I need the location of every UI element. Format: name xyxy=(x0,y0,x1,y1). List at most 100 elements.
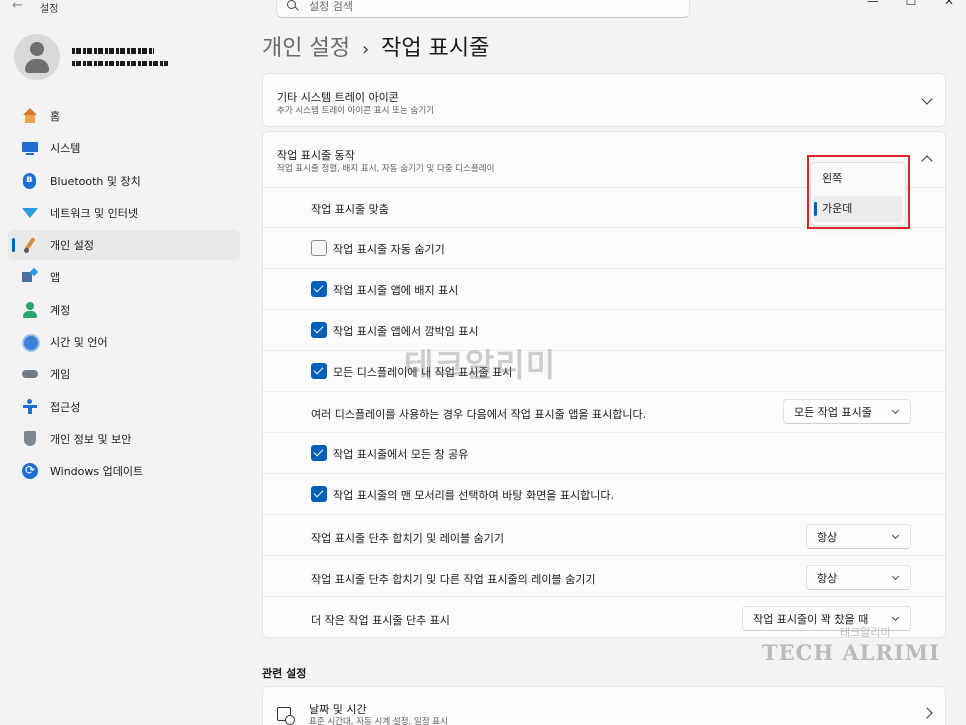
home-icon xyxy=(22,108,38,124)
badges-row: 작업 표시줄 앱에 배지 표시 xyxy=(262,268,946,309)
user-profile[interactable] xyxy=(14,34,234,80)
search-box[interactable]: 설정 검색 xyxy=(276,0,690,18)
sidebar-item-label: 앱 xyxy=(50,271,61,285)
autohide-row: 작업 표시줄 자동 숨기기 xyxy=(262,227,946,268)
flashing-checkbox[interactable] xyxy=(311,322,327,338)
system-icon xyxy=(22,140,38,156)
redacted-user-name xyxy=(72,48,154,54)
sidebar-item-label: 홈 xyxy=(50,110,61,123)
sidebar-item-bluetooth[interactable]: Bluetooth 및 장치 xyxy=(8,166,240,196)
title-bar: ← 설정 설정 검색 — ☐ ✕ xyxy=(0,0,966,18)
time-language-icon xyxy=(22,334,40,353)
all-displays-checkbox[interactable] xyxy=(311,363,327,379)
flashing-row: 작업 표시줄 앱에서 깜박임 표시 xyxy=(262,309,946,350)
sidebar-item-label: 네트워크 및 인터넷 xyxy=(50,206,138,220)
watermark-text: 테크알리미 xyxy=(404,346,557,384)
combine-main-row: 작업 표시줄 단추 합치기 및 레이블 숨기기 항상 xyxy=(262,514,946,555)
sidebar-item-time-language[interactable]: 시간 및 언어 xyxy=(8,327,240,357)
apps-icon xyxy=(22,269,38,285)
page-title: 작업 표시줄 xyxy=(381,36,490,61)
chevron-right-icon[interactable] xyxy=(921,707,933,719)
combine-other-row: 작업 표시줄 단추 합치기 및 다른 작업 표시줄의 레이블 숨기기 항상 xyxy=(262,555,946,596)
corner-desktop-row: 작업 표시줄의 맨 모서리를 선택하여 바탕 화면을 표시합니다. xyxy=(262,473,946,514)
dropdown-value: 항상 xyxy=(817,530,838,544)
update-icon xyxy=(22,463,38,480)
account-icon xyxy=(22,301,38,318)
sidebar-item-home[interactable]: 홈 xyxy=(8,101,240,131)
card-title: 기타 시스템 트레이 아이콘 xyxy=(277,91,399,104)
sidebar-item-label: 게임 xyxy=(50,368,71,382)
breadcrumb-separator-icon: › xyxy=(361,39,370,60)
corner-desktop-checkbox[interactable] xyxy=(311,486,327,502)
chevron-down-icon xyxy=(891,406,900,415)
back-arrow-icon[interactable]: ← xyxy=(12,0,23,13)
multi-display-dropdown[interactable]: 모든 작업 표시줄 xyxy=(783,399,911,424)
card-subtitle: 작업 표시줄 정렬, 배지 표시, 자동 숨기기 및 다중 디스플레이 xyxy=(277,164,495,174)
sidebar-item-system[interactable]: 시스템 xyxy=(8,133,240,163)
sidebar-item-apps[interactable]: 앱 xyxy=(8,262,240,292)
flashing-label: 작업 표시줄 앱에서 깜박임 표시 xyxy=(333,325,479,338)
autohide-label: 작업 표시줄 자동 숨기기 xyxy=(333,243,445,256)
share-windows-row: 작업 표시줄에서 모든 창 공유 xyxy=(262,432,946,473)
alignment-label: 작업 표시줄 맞춤 xyxy=(311,203,389,216)
card-subtitle: 추가 시스템 트레이 아이콘 표시 또는 숨기기 xyxy=(277,106,434,116)
combine-other-dropdown[interactable]: 항상 xyxy=(806,565,911,590)
watermark-logo: TECH ALRIMI xyxy=(762,640,940,665)
sidebar-item-label: 계정 xyxy=(50,303,71,317)
app-title: 설정 xyxy=(40,4,59,15)
tray-icons-card[interactable]: 기타 시스템 트레이 아이콘 추가 시스템 트레이 아이콘 표시 또는 숨기기 xyxy=(262,73,946,127)
autohide-checkbox[interactable] xyxy=(311,240,327,256)
combine-main-label: 작업 표시줄 단추 합치기 및 레이블 숨기기 xyxy=(311,532,505,545)
smaller-buttons-label: 더 작은 작업 표시줄 단추 표시 xyxy=(311,614,450,627)
dropdown-value: 모든 작업 표시줄 xyxy=(794,405,872,419)
gaming-icon xyxy=(22,366,38,382)
card-subtitle: 표준 시간대, 자동 시계 설정, 일정 표시 xyxy=(309,717,448,725)
calendar-clock-icon xyxy=(277,707,295,725)
sidebar-item-accounts[interactable]: 계정 xyxy=(8,295,240,325)
accessibility-icon xyxy=(22,398,38,415)
share-windows-label: 작업 표시줄에서 모든 창 공유 xyxy=(333,448,469,461)
watermark-logo-small: 테크알리미 xyxy=(840,626,891,639)
sidebar-item-personalization[interactable]: 개인 설정 xyxy=(8,230,240,261)
chevron-down-icon xyxy=(891,572,900,581)
sidebar-item-label: 접근성 xyxy=(50,400,81,414)
chevron-down-icon xyxy=(891,531,900,540)
bluetooth-icon xyxy=(22,172,38,189)
sidebar-item-label: 개인 정보 및 보안 xyxy=(50,432,132,446)
sidebar-item-label: Windows 업데이트 xyxy=(50,465,144,479)
network-icon xyxy=(22,205,38,221)
corner-desktop-label: 작업 표시줄의 맨 모서리를 선택하여 바탕 화면을 표시합니다. xyxy=(333,489,614,502)
share-windows-checkbox[interactable] xyxy=(311,445,327,461)
search-input[interactable]: 설정 검색 xyxy=(309,0,353,14)
minimize-button[interactable]: — xyxy=(866,0,880,8)
sidebar-item-network[interactable]: 네트워크 및 인터넷 xyxy=(8,198,240,228)
chevron-down-icon[interactable] xyxy=(921,93,933,105)
badges-checkbox[interactable] xyxy=(311,281,327,297)
sidebar-item-gaming[interactable]: 게임 xyxy=(8,359,240,389)
maximize-button[interactable]: ☐ xyxy=(904,0,918,8)
breadcrumb: 개인 설정 › 작업 표시줄 xyxy=(262,30,489,62)
privacy-icon xyxy=(22,430,38,447)
multi-display-label: 여러 디스플레이를 사용하는 경우 다음에서 작업 표시줄 앱을 표시합니다. xyxy=(311,408,647,421)
related-settings-heading: 관련 설정 xyxy=(262,667,307,680)
badges-label: 작업 표시줄 앱에 배지 표시 xyxy=(333,284,459,297)
chevron-down-icon xyxy=(891,613,900,622)
search-icon xyxy=(287,0,299,12)
redacted-user-email xyxy=(72,61,168,66)
annotation-highlight-box xyxy=(807,155,910,229)
combine-main-dropdown[interactable]: 항상 xyxy=(806,524,911,549)
personalization-icon xyxy=(22,237,38,254)
sidebar-item-accessibility[interactable]: 접근성 xyxy=(8,392,240,422)
multi-display-row: 여러 디스플레이를 사용하는 경우 다음에서 작업 표시줄 앱을 표시합니다. … xyxy=(262,391,946,432)
card-title: 작업 표시줄 동작 xyxy=(277,149,355,162)
sidebar-item-privacy[interactable]: 개인 정보 및 보안 xyxy=(8,424,240,454)
sidebar-item-label: 개인 설정 xyxy=(50,239,94,253)
chevron-up-icon[interactable] xyxy=(921,155,933,167)
combine-other-label: 작업 표시줄 단추 합치기 및 다른 작업 표시줄의 레이블 숨기기 xyxy=(311,573,596,586)
breadcrumb-parent[interactable]: 개인 설정 xyxy=(262,30,350,62)
close-button[interactable]: ✕ xyxy=(942,0,956,8)
avatar xyxy=(14,34,60,80)
date-time-card[interactable]: 날짜 및 시간 표준 시간대, 자동 시계 설정, 일정 표시 xyxy=(262,686,946,725)
sidebar-item-windows-update[interactable]: Windows 업데이트 xyxy=(8,456,240,486)
sidebar-item-label: 시스템 xyxy=(50,142,81,156)
